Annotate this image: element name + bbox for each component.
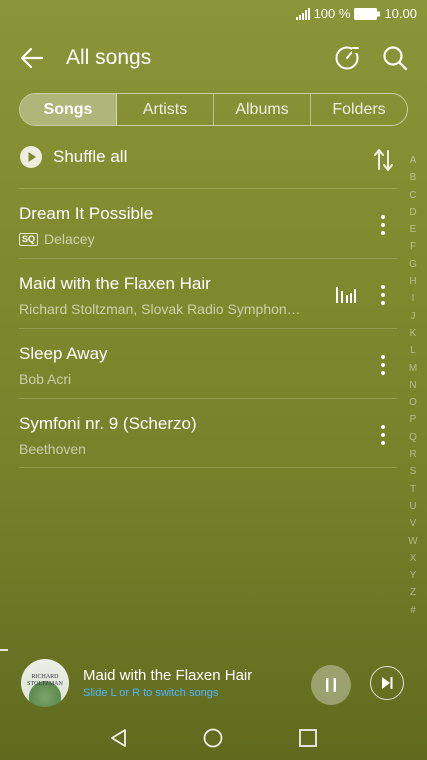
skip-next-icon (382, 677, 393, 689)
now-playing-equalizer-icon (336, 287, 356, 303)
alphabet-letter[interactable]: W (408, 533, 417, 550)
song-subtitle: SQ Delacey (19, 231, 95, 247)
battery-percent: 100 % (313, 6, 351, 21)
alphabet-letter[interactable]: L (410, 342, 416, 359)
battery-icon (354, 7, 381, 20)
alphabet-letter[interactable]: Y (410, 567, 417, 584)
song-subtitle: Beethoven (19, 441, 86, 457)
clock: 10.00 (384, 6, 417, 21)
sleep-timer-icon[interactable] (333, 44, 361, 72)
song-list: Dream It Possible SQ Delacey Maid with t… (19, 188, 397, 468)
alphabet-letter[interactable]: Q (409, 429, 417, 446)
alphabet-letter[interactable]: N (409, 377, 416, 394)
sort-icon[interactable] (373, 147, 395, 173)
search-icon[interactable] (381, 44, 409, 72)
alphabet-letter[interactable]: I (412, 290, 415, 307)
tab-bar: Songs Artists Albums Folders (19, 93, 408, 126)
tab-albums[interactable]: Albums (214, 94, 311, 125)
nav-recents-icon[interactable] (296, 726, 320, 750)
tab-folders[interactable]: Folders (311, 94, 407, 125)
signal-icon (295, 7, 310, 20)
album-art: RICHARD STOLTZMAN (21, 659, 69, 707)
tab-songs[interactable]: Songs (20, 94, 117, 125)
mini-player-title: Maid with the Flaxen Hair (83, 667, 253, 684)
alphabet-letter[interactable]: C (409, 187, 416, 204)
switch-songs-hint: Slide L or R to switch songs (83, 687, 219, 699)
alphabet-letter[interactable]: B (410, 169, 417, 186)
alphabet-letter[interactable]: S (410, 463, 417, 480)
shuffle-all-label: Shuffle all (53, 147, 128, 166)
alphabet-letter[interactable]: P (410, 411, 417, 428)
alphabet-index[interactable]: A B C D E F G H I J K L M N O P Q R S T U V W X Y Z # (402, 152, 424, 619)
song-row[interactable]: Symfoni nr. 9 (Scherzo) Beethoven (19, 398, 397, 468)
status-right: 100 % 10.00 (295, 6, 417, 21)
status-bar: 100 % 10.00 (0, 0, 427, 28)
song-title: Symfoni nr. 9 (Scherzo) (19, 414, 197, 433)
alphabet-letter[interactable]: # (410, 602, 416, 619)
mini-player[interactable]: RICHARD STOLTZMAN Maid with the Flaxen H… (0, 651, 427, 717)
nav-home-icon[interactable] (201, 726, 225, 750)
alphabet-letter[interactable]: Z (410, 584, 416, 601)
song-artist: Bob Acri (19, 371, 72, 387)
pause-icon (326, 678, 336, 692)
alphabet-letter[interactable]: T (410, 481, 416, 498)
song-subtitle: Bob Acri (19, 371, 71, 387)
alphabet-letter[interactable]: R (409, 446, 416, 463)
pause-button[interactable] (311, 665, 351, 705)
more-options-icon[interactable] (375, 353, 391, 377)
alphabet-letter[interactable]: G (409, 256, 417, 273)
sq-badge: SQ (19, 232, 39, 246)
song-row[interactable]: Maid with the Flaxen Hair Richard Stoltz… (19, 258, 397, 328)
alphabet-letter[interactable]: H (409, 273, 416, 290)
alphabet-letter[interactable]: X (410, 550, 417, 567)
more-options-icon[interactable] (375, 213, 391, 237)
shuffle-all-button[interactable]: Shuffle all (19, 142, 127, 172)
song-artist: Beethoven (19, 441, 86, 457)
alphabet-letter[interactable]: J (411, 308, 416, 325)
album-art-text: RICHARD STOLTZMAN (27, 674, 63, 687)
song-row[interactable]: Dream It Possible SQ Delacey (19, 188, 397, 258)
song-artist: Richard Stoltzman, Slovak Radio Symphon… (19, 301, 301, 317)
back-arrow-icon[interactable] (18, 44, 46, 72)
song-title: Dream It Possible (19, 204, 154, 223)
alphabet-letter[interactable]: U (409, 498, 416, 515)
song-title: Maid with the Flaxen Hair (19, 274, 211, 293)
song-row[interactable]: Sleep Away Bob Acri (19, 328, 397, 398)
alphabet-letter[interactable]: F (410, 238, 416, 255)
play-circle-icon (20, 146, 42, 168)
app-bar: All songs (0, 36, 427, 80)
more-options-icon[interactable] (375, 423, 391, 447)
system-nav-bar (0, 716, 427, 760)
alphabet-letter[interactable]: V (410, 515, 417, 532)
alphabet-letter[interactable]: D (409, 204, 416, 221)
song-subtitle: Richard Stoltzman, Slovak Radio Symphon… (19, 301, 301, 317)
more-options-icon[interactable] (375, 283, 391, 307)
alphabet-letter[interactable]: A (410, 152, 417, 169)
tab-artists[interactable]: Artists (117, 94, 214, 125)
alphabet-letter[interactable]: M (409, 360, 417, 377)
alphabet-letter[interactable]: O (409, 394, 417, 411)
page-title: All songs (66, 46, 152, 69)
next-track-button[interactable] (370, 666, 404, 700)
alphabet-letter[interactable]: E (410, 221, 417, 238)
song-artist: Delacey (44, 231, 95, 247)
song-title: Sleep Away (19, 344, 108, 363)
alphabet-letter[interactable]: K (410, 325, 417, 342)
nav-back-icon[interactable] (107, 726, 131, 750)
